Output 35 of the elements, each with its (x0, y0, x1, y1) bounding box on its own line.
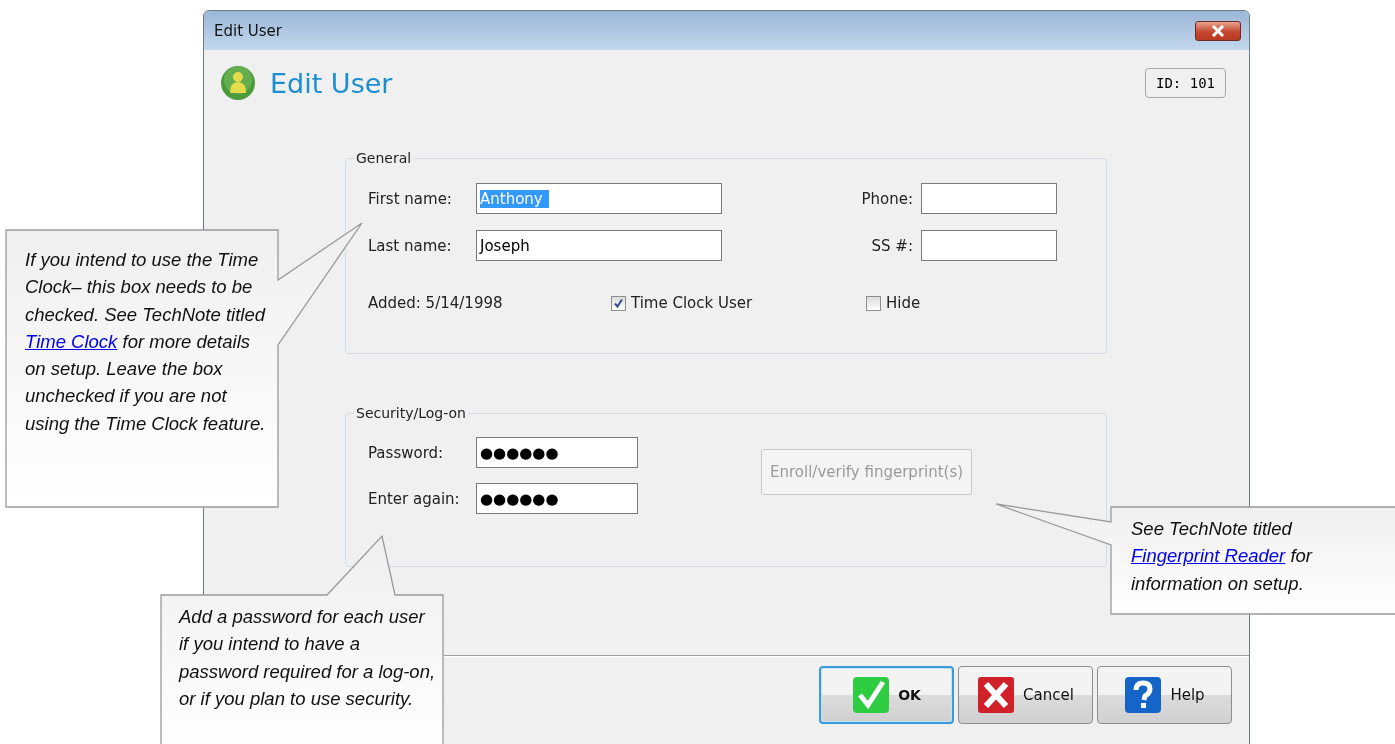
input-field[interactable]: Joseph (476, 230, 722, 261)
callout-text: See TechNote titled Fingerprint Reader for information on setup. (1131, 517, 1314, 596)
password-field[interactable]: ●●●●●● (476, 483, 638, 514)
field-label: First name: (368, 189, 453, 208)
input-field[interactable] (921, 230, 1057, 261)
checkbox-label[interactable]: Hide (886, 294, 921, 312)
window-title: Edit User (214, 21, 282, 40)
id-badge: ID: 101 (1145, 68, 1226, 98)
checkbox[interactable] (611, 295, 626, 311)
user-icon (220, 65, 256, 101)
technote-link[interactable]: Fingerprint Reader (1131, 545, 1286, 567)
field-label: Phone: (861, 189, 913, 208)
callout-text: If you intend to use the Time Clock– this box needs to be checked. See TechNote titled Time Clock for more details on setup. Leave the box unchecked if you are not using the Time Clock feature. (25, 248, 267, 436)
callout-text: Add a password for each user if you intend to have a password required for a log-on, or if you plan to use security. (179, 605, 437, 711)
dialog-heading: Edit User (270, 67, 393, 99)
field-label: SS #: (870, 236, 913, 255)
checkmark-icon (852, 676, 891, 714)
help-button[interactable]: Help (1097, 666, 1232, 724)
added-date: Added: 5/14/1998 (368, 294, 504, 312)
group-label: Security/Log-on (355, 405, 467, 421)
checkbox-label[interactable]: Time Clock User (631, 294, 753, 312)
x-icon (977, 676, 1016, 714)
close-button[interactable] (1195, 20, 1241, 41)
close-icon (1211, 24, 1225, 37)
field-label: Password: (368, 443, 445, 462)
input-field[interactable] (921, 183, 1057, 214)
checkbox[interactable] (866, 295, 881, 311)
field-label: Enter again: (368, 489, 461, 508)
field-label: Last name: (368, 236, 453, 255)
cancel-button[interactable]: Cancel (958, 666, 1093, 724)
password-field[interactable]: ●●●●●● (476, 437, 638, 468)
technote-link[interactable]: Time Clock (25, 330, 118, 352)
ok-button[interactable]: OK (819, 666, 954, 724)
help-icon (1124, 676, 1163, 714)
group-label: General (355, 150, 413, 166)
